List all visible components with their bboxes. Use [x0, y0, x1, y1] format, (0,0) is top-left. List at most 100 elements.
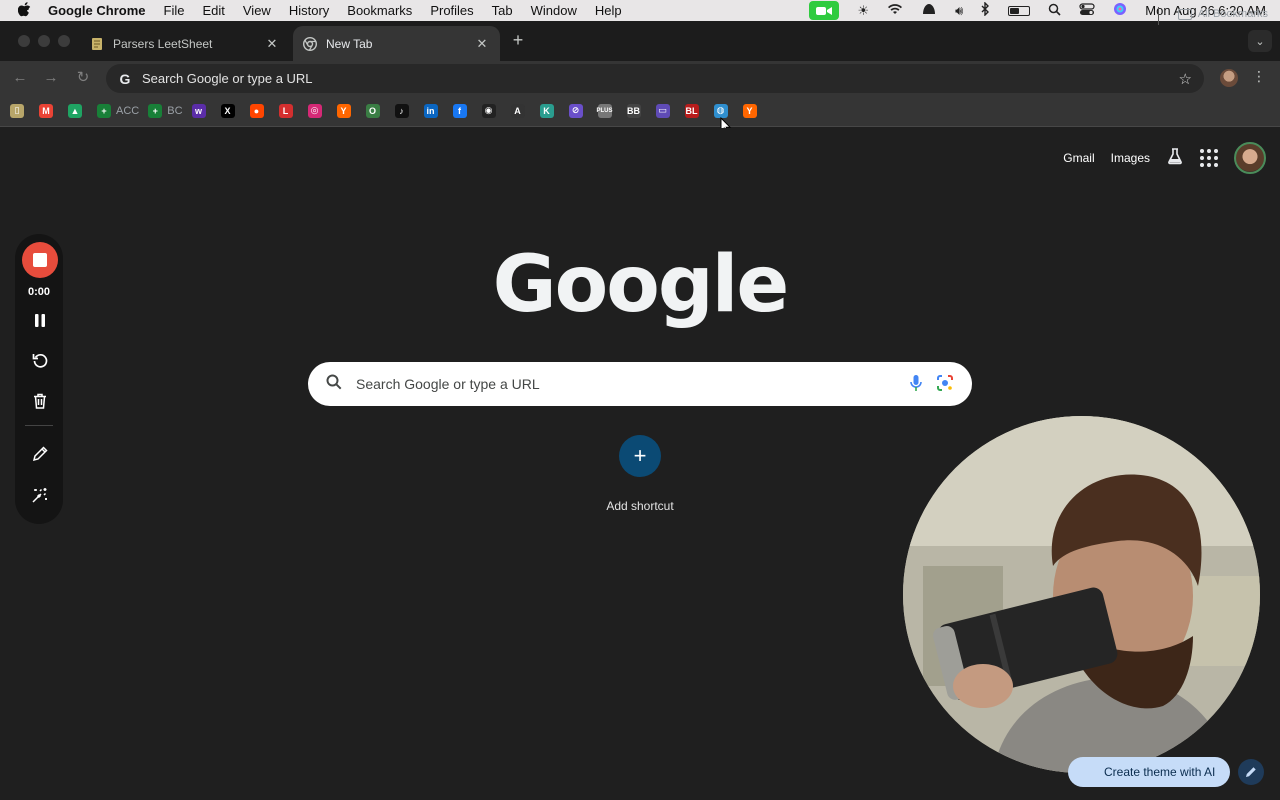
labs-flask-icon[interactable] — [1166, 147, 1184, 170]
spotlight-icon[interactable] — [1048, 3, 1061, 19]
account-avatar[interactable] — [1234, 142, 1266, 174]
tab-search-chevron-icon[interactable]: ⌄ — [1248, 30, 1272, 52]
instagram-icon: ◎ — [307, 103, 322, 118]
bookmark-notebook-0[interactable]: ▯ — [10, 101, 30, 121]
bluetooth-icon[interactable] — [981, 1, 990, 19]
bookmark-bb-20[interactable]: BB — [626, 101, 647, 121]
tab-new-tab[interactable]: New Tab ✕ — [293, 26, 500, 61]
bookmark-l-8[interactable]: L — [278, 101, 299, 121]
bookmark-w-5[interactable]: w — [191, 101, 212, 121]
macos-menubar: Google Chrome File Edit View History Boo… — [0, 0, 1280, 21]
menu-tab[interactable]: Tab — [483, 3, 522, 18]
trash-icon[interactable] — [27, 389, 53, 413]
bookmark-facebook-14[interactable]: f — [452, 101, 473, 121]
bookmarks-bar: ▯ M ▲ + ACC + BC w X ● L ◎ Y O ♪ in f ◉ A K ⊘ PLUS BB ▭ BL ◍ Y — [0, 95, 1280, 127]
bookmark-instagram-9[interactable]: ◎ — [307, 101, 328, 121]
bookmark-x-6[interactable]: X — [220, 101, 241, 121]
pause-icon[interactable] — [27, 308, 53, 332]
close-tab-icon[interactable]: ✕ — [474, 36, 490, 52]
ycombinator-icon: Y — [742, 103, 757, 118]
back-arrow-icon[interactable]: ← — [10, 68, 30, 88]
bookmark-reddit-7[interactable]: ● — [249, 101, 270, 121]
apple-menu-icon[interactable] — [0, 1, 48, 20]
bb-icon: BB — [626, 103, 641, 118]
menu-history[interactable]: History — [280, 3, 338, 18]
circle-icon: O — [365, 103, 380, 118]
bookmark-linkedin-13[interactable]: in — [423, 101, 444, 121]
facetime-icon[interactable] — [809, 1, 840, 20]
battery-icon[interactable] — [1008, 5, 1031, 16]
bookmark-record-15[interactable]: ◉ — [481, 101, 502, 121]
brightness-icon[interactable]: ☀ — [857, 3, 869, 19]
google-lens-icon[interactable] — [936, 374, 954, 395]
stop-recording-button[interactable] — [22, 242, 58, 278]
wifi-icon[interactable] — [887, 3, 903, 18]
minimize-window-button[interactable] — [38, 35, 50, 47]
all-bookmarks-button[interactable]: All Bookmarks — [1177, 8, 1268, 20]
tiktok-icon: ♪ — [394, 103, 409, 118]
menu-edit[interactable]: Edit — [193, 3, 233, 18]
close-tab-icon[interactable]: ✕ — [264, 36, 280, 52]
omnibox[interactable]: G Search Google or type a URL ☆ — [106, 64, 1204, 93]
reload-icon[interactable]: ↻ — [73, 68, 93, 88]
bookmark-ycombinator-10[interactable]: Y — [336, 101, 357, 121]
forward-arrow-icon[interactable]: → — [41, 68, 61, 88]
plus-icon: PLUS — [597, 103, 613, 118]
google-apps-grid-icon[interactable] — [1200, 149, 1218, 167]
bookmark-ycombinator-24[interactable]: Y — [742, 101, 763, 121]
menu-view[interactable]: View — [234, 3, 280, 18]
restart-icon[interactable] — [27, 348, 53, 372]
menu-file[interactable]: File — [155, 3, 194, 18]
menu-bookmarks[interactable]: Bookmarks — [338, 3, 421, 18]
zoom-window-button[interactable] — [58, 35, 70, 47]
volume-icon[interactable]: 🔊︎ — [955, 3, 963, 19]
close-window-button[interactable] — [18, 35, 30, 47]
create-theme-label: Create theme with AI — [1104, 765, 1216, 779]
create-theme-button[interactable]: Create theme with AI — [1068, 757, 1230, 787]
menu-window[interactable]: Window — [522, 3, 586, 18]
reddit-icon: ● — [249, 103, 264, 118]
bookmark-plus-19[interactable]: PLUS — [597, 101, 618, 121]
effects-wand-icon[interactable] — [27, 483, 53, 507]
bookmark-tiktok-12[interactable]: ♪ — [394, 101, 415, 121]
notebook-icon — [90, 37, 104, 51]
l-icon: L — [278, 103, 293, 118]
pencil-icon[interactable] — [27, 442, 53, 466]
bookmark-sheets-3[interactable]: + ACC — [97, 101, 139, 121]
add-icon[interactable]: + — [619, 435, 661, 477]
gmail-icon: M — [39, 103, 53, 118]
x-icon: X — [220, 103, 235, 118]
screen-recorder-toolbar: 0:00 — [15, 234, 63, 524]
bookmark-sheets-4[interactable]: + BC — [148, 101, 183, 121]
webcam-video-image — [903, 416, 1260, 773]
bookmark-drive-2[interactable]: ▲ — [68, 101, 88, 121]
bookmark-gmail-1[interactable]: M — [39, 101, 59, 121]
toolbar-divider — [25, 425, 53, 426]
bookmark-circle-11[interactable]: O — [365, 101, 386, 121]
gmail-link[interactable]: Gmail — [1063, 151, 1094, 165]
bookmark-slash-18[interactable]: ⊘ — [568, 101, 589, 121]
siri-icon[interactable] — [1113, 2, 1127, 19]
bookmark-a-16[interactable]: A — [510, 101, 531, 121]
microphone-icon[interactable] — [910, 374, 922, 395]
control-center-icon[interactable] — [1079, 2, 1095, 19]
add-shortcut-tile[interactable]: + Add shortcut — [590, 435, 690, 513]
bookmark-purple-21[interactable]: ▭ — [655, 101, 676, 121]
menubar-app-icon[interactable] — [921, 3, 937, 18]
bookmark-k-17[interactable]: K — [539, 101, 560, 121]
tab-parsers-leetsheet[interactable]: Parsers LeetSheet ✕ — [80, 26, 290, 61]
google-search-box[interactable]: Search Google or type a URL — [308, 362, 972, 406]
search-icon — [326, 374, 342, 395]
menu-help[interactable]: Help — [586, 3, 631, 18]
customize-pencil-icon[interactable] — [1238, 759, 1264, 785]
bookmark-bl-22[interactable]: BL — [684, 101, 705, 121]
profile-avatar[interactable] — [1220, 69, 1238, 87]
new-tab-button[interactable]: + — [508, 30, 528, 51]
browser-toolbar: ← → ↻ G Search Google or type a URL ☆ ⋮ — [0, 61, 1280, 95]
chrome-menu-icon[interactable]: ⋮ — [1252, 68, 1266, 85]
bookmark-star-icon[interactable]: ☆ — [1179, 70, 1192, 88]
menu-profiles[interactable]: Profiles — [421, 3, 482, 18]
images-link[interactable]: Images — [1111, 151, 1150, 165]
app-menu[interactable]: Google Chrome — [48, 3, 155, 18]
att-icon: ◍ — [713, 103, 728, 118]
